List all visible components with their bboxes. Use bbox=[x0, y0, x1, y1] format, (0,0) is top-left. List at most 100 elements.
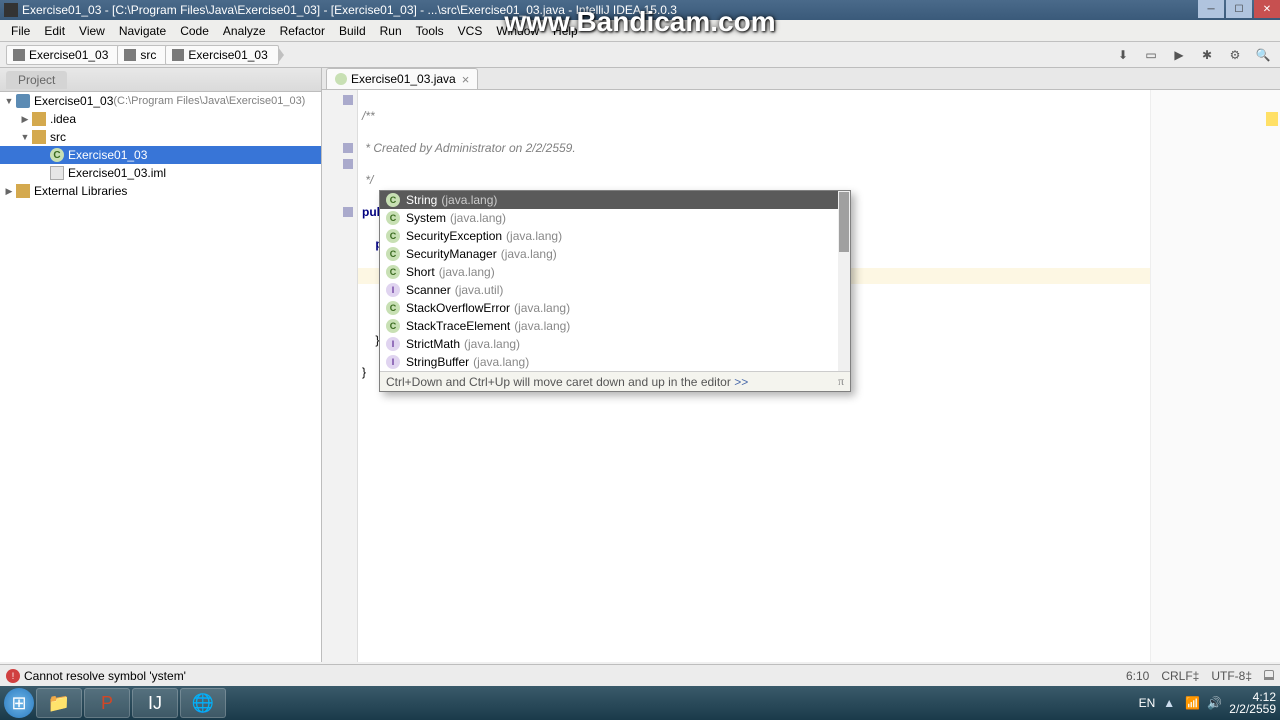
suggestion-type-icon: C bbox=[386, 229, 400, 243]
hint-more-link[interactable]: >> bbox=[734, 375, 748, 389]
fold-icon[interactable] bbox=[343, 143, 353, 153]
explorer-icon[interactable]: 📁 bbox=[36, 688, 82, 718]
settings-button[interactable]: ⚙ bbox=[1224, 44, 1246, 66]
language-indicator[interactable]: EN bbox=[1139, 696, 1156, 710]
maximize-button[interactable]: ☐ bbox=[1226, 0, 1252, 18]
menu-edit[interactable]: Edit bbox=[37, 21, 72, 41]
tray-volume-icon[interactable]: 🔊 bbox=[1207, 696, 1221, 710]
tree-node-exercise01-03[interactable]: ▼Exercise01_03 (C:\Program Files\Java\Ex… bbox=[0, 92, 321, 110]
error-stripe[interactable] bbox=[1150, 90, 1280, 662]
menu-file[interactable]: File bbox=[4, 21, 37, 41]
crumb-project[interactable]: Exercise01_03 bbox=[6, 45, 119, 65]
file-icon bbox=[50, 166, 64, 180]
nav-bar: Exercise01_03 src Exercise01_03 ⬇ ▭ ▶ ✱ … bbox=[0, 42, 1280, 68]
run-config-button[interactable]: ▭ bbox=[1140, 44, 1162, 66]
suggestion-type-icon: I bbox=[386, 283, 400, 297]
warning-marker[interactable] bbox=[1266, 112, 1278, 126]
powerpoint-icon[interactable]: P bbox=[84, 688, 130, 718]
close-button[interactable]: ✕ bbox=[1254, 0, 1280, 18]
error-icon[interactable]: ! bbox=[6, 669, 20, 683]
gutter bbox=[322, 90, 358, 662]
line-separator[interactable]: CRLF‡ bbox=[1161, 669, 1199, 683]
ac-item-short[interactable]: CShort (java.lang) bbox=[380, 263, 850, 281]
tab-close-icon[interactable]: × bbox=[462, 73, 470, 86]
tree-node--idea[interactable]: ▶.idea bbox=[0, 110, 321, 128]
ac-item-strictmath[interactable]: IStrictMath (java.lang) bbox=[380, 335, 850, 353]
window-title: Exercise01_03 - [C:\Program Files\Java\E… bbox=[22, 3, 677, 17]
start-button[interactable]: ⊞ bbox=[4, 688, 34, 718]
toolbar-right: ⬇ ▭ ▶ ✱ ⚙ 🔍 bbox=[1112, 44, 1274, 66]
fold-icon[interactable] bbox=[343, 207, 353, 217]
crumb-class[interactable]: Exercise01_03 bbox=[165, 45, 278, 65]
ac-item-scanner[interactable]: IScanner (java.util) bbox=[380, 281, 850, 299]
menu-window[interactable]: Window bbox=[489, 21, 546, 41]
windows-taskbar: ⊞ 📁 P IJ 🌐 EN ▲ 📶 🔊 4:12 2/2/2559 bbox=[0, 686, 1280, 720]
chrome-icon[interactable]: 🌐 bbox=[180, 688, 226, 718]
ac-item-securityexception[interactable]: CSecurityException (java.lang) bbox=[380, 227, 850, 245]
run-button[interactable]: ▶ bbox=[1168, 44, 1190, 66]
editor-tabs: Exercise01_03.java × bbox=[322, 68, 1280, 90]
scrollbar-thumb[interactable] bbox=[839, 192, 849, 252]
expand-arrow-icon[interactable]: ▶ bbox=[4, 186, 14, 197]
tree-node-src[interactable]: ▼src bbox=[0, 128, 321, 146]
ac-item-securitymanager[interactable]: CSecurityManager (java.lang) bbox=[380, 245, 850, 263]
menu-vcs[interactable]: VCS bbox=[451, 21, 490, 41]
menu-view[interactable]: View bbox=[72, 21, 112, 41]
ac-item-string[interactable]: CString (java.lang) bbox=[380, 191, 850, 209]
expand-arrow-icon[interactable]: ▼ bbox=[20, 132, 30, 142]
ac-item-system[interactable]: CSystem (java.lang) bbox=[380, 209, 850, 227]
menu-build[interactable]: Build bbox=[332, 21, 373, 41]
tab-exercise01-03[interactable]: Exercise01_03.java × bbox=[326, 68, 478, 89]
cursor-position[interactable]: 6:10 bbox=[1126, 669, 1149, 683]
status-message: Cannot resolve symbol 'ystem' bbox=[24, 669, 186, 683]
menu-run[interactable]: Run bbox=[373, 21, 409, 41]
menu-code[interactable]: Code bbox=[173, 21, 216, 41]
suggestion-type-icon: C bbox=[386, 247, 400, 261]
ac-item-stacktraceelement[interactable]: CStackTraceElement (java.lang) bbox=[380, 317, 850, 335]
tab-label: Exercise01_03.java bbox=[351, 72, 456, 86]
suggestion-type-icon: I bbox=[386, 355, 400, 369]
tree-node-exercise01-03-iml[interactable]: Exercise01_03.iml bbox=[0, 164, 321, 182]
fold-icon[interactable] bbox=[343, 95, 353, 105]
suggestion-type-icon: C bbox=[386, 301, 400, 315]
suggestion-type-icon: C bbox=[386, 211, 400, 225]
intellij-icon[interactable]: IJ bbox=[132, 688, 178, 718]
folder-icon bbox=[32, 112, 46, 126]
lib-icon bbox=[16, 184, 30, 198]
expand-arrow-icon[interactable]: ▼ bbox=[4, 96, 14, 106]
fold-icon[interactable] bbox=[343, 159, 353, 169]
menu-refactor[interactable]: Refactor bbox=[273, 21, 332, 41]
popup-scrollbar[interactable] bbox=[838, 191, 850, 371]
debug-button[interactable]: ✱ bbox=[1196, 44, 1218, 66]
menu-tools[interactable]: Tools bbox=[409, 21, 451, 41]
ac-item-stringbuffer[interactable]: IStringBuffer (java.lang) bbox=[380, 353, 850, 371]
ac-item-stackoverflowerror[interactable]: CStackOverflowError (java.lang) bbox=[380, 299, 850, 317]
pi-icon: π bbox=[838, 374, 844, 389]
project-tree[interactable]: Project ▼Exercise01_03 (C:\Program Files… bbox=[0, 68, 322, 662]
file-encoding[interactable]: UTF-8‡ bbox=[1211, 669, 1252, 683]
tray-flag-icon[interactable]: ▲ bbox=[1163, 696, 1177, 710]
menu-navigate[interactable]: Navigate bbox=[112, 21, 173, 41]
project-tab[interactable]: Project bbox=[6, 71, 67, 89]
app-icon bbox=[4, 3, 18, 17]
clock[interactable]: 4:12 2/2/2559 bbox=[1229, 691, 1276, 715]
tray-network-icon[interactable]: 📶 bbox=[1185, 696, 1199, 710]
popup-hint: Ctrl+Down and Ctrl+Up will move caret do… bbox=[380, 371, 850, 391]
search-button[interactable]: 🔍 bbox=[1252, 44, 1274, 66]
suggestion-type-icon: I bbox=[386, 337, 400, 351]
menu-analyze[interactable]: Analyze bbox=[216, 21, 273, 41]
tree-node-external-libraries[interactable]: ▶External Libraries bbox=[0, 182, 321, 200]
expand-arrow-icon[interactable]: ▶ bbox=[20, 114, 30, 125]
class-icon bbox=[172, 49, 184, 61]
minimize-button[interactable]: ─ bbox=[1198, 0, 1224, 18]
tree-node-exercise01-03[interactable]: CExercise01_03 bbox=[0, 146, 321, 164]
menu-help[interactable]: Help bbox=[546, 21, 585, 41]
crumb-src[interactable]: src bbox=[117, 45, 167, 65]
module-icon bbox=[16, 94, 30, 108]
status-bar: ! Cannot resolve symbol 'ystem' 6:10 CRL… bbox=[0, 664, 1280, 686]
readonly-lock-icon[interactable] bbox=[1264, 669, 1274, 683]
make-button[interactable]: ⬇ bbox=[1112, 44, 1134, 66]
folder-icon bbox=[124, 49, 136, 61]
tree-header[interactable]: Project bbox=[0, 68, 321, 92]
class-icon: C bbox=[50, 148, 64, 162]
